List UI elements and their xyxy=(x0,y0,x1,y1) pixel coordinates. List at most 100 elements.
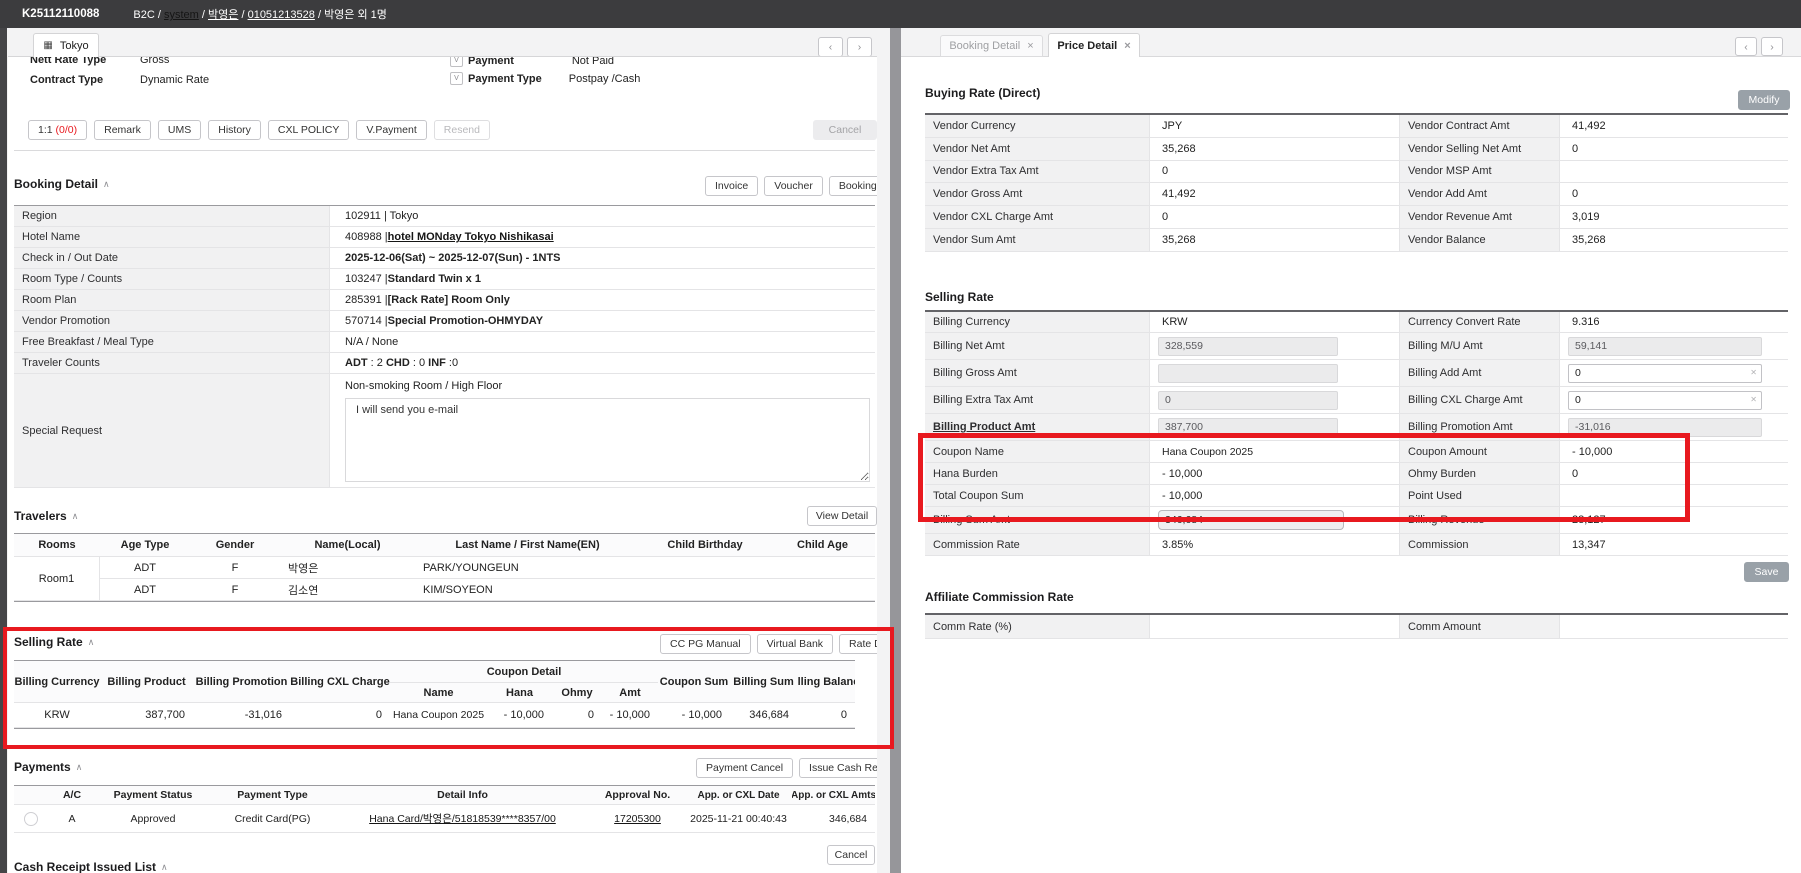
invoice-button[interactable]: Invoice xyxy=(705,176,758,196)
view-detail-button[interactable]: View Detail xyxy=(807,506,877,526)
col-header: Approval No. xyxy=(590,786,685,805)
col-header: Billing Promotion xyxy=(193,661,290,703)
billing-product-amt-input xyxy=(1158,418,1338,437)
payment-type-label: Payment Type xyxy=(468,73,542,85)
tab-price-detail[interactable]: Price Detail × xyxy=(1048,33,1140,57)
breadcrumb-phone-link[interactable]: 01051213528 xyxy=(248,9,315,21)
payment-ac: A xyxy=(48,805,96,833)
left-panel-prev-button[interactable]: ‹ xyxy=(818,37,843,57)
traveler-gender: F xyxy=(190,579,280,601)
row-label: Billing Promotion Amt xyxy=(1400,414,1560,441)
billing-promotion-cell: -31,016 xyxy=(193,703,290,728)
row-label: Billing Gross Amt xyxy=(925,360,1150,387)
payment-value: Not Paid xyxy=(572,56,614,67)
selling-rate-right-heading: Selling Rate xyxy=(925,290,994,304)
v-badge-icon: V xyxy=(450,72,463,85)
vendor-gross-value: 41,492 xyxy=(1150,183,1400,206)
collapse-caret-icon[interactable]: ∧ xyxy=(88,637,95,648)
cash-receipt-cancel-button[interactable]: Cancel xyxy=(827,845,875,865)
remark-button[interactable]: Remark xyxy=(94,120,151,140)
cxl-policy-button[interactable]: CXL POLICY xyxy=(268,120,349,140)
billing-add-amt-input[interactable] xyxy=(1568,364,1762,383)
col-header: Name xyxy=(390,683,487,703)
billing-cxl-charge-input[interactable] xyxy=(1568,391,1762,410)
clear-input-icon[interactable]: ✕ xyxy=(1750,395,1757,404)
issue-cash-receipt-button[interactable]: Issue Cash Receipt xyxy=(799,758,877,778)
billing-sum-cell: 346,684 xyxy=(730,703,797,728)
payment-cancel-button[interactable]: Payment Cancel xyxy=(696,758,793,778)
virtual-bank-button[interactable]: Virtual Bank xyxy=(757,634,833,654)
tab-close-icon[interactable]: × xyxy=(1027,40,1033,52)
row-label: Ohmy Burden xyxy=(1400,463,1560,485)
vendor-revenue-value: 3,019 xyxy=(1560,206,1788,229)
voucher-button[interactable]: Voucher xyxy=(764,176,823,196)
selling-rate-table: Billing Currency Billing Product Billing… xyxy=(14,660,855,729)
vendor-extra-tax-value: 0 xyxy=(1150,161,1400,184)
billing-currency-cell: KRW xyxy=(14,703,100,728)
col-header: Billing CXL Charge xyxy=(290,661,390,703)
collapse-caret-icon[interactable]: ∧ xyxy=(72,511,79,522)
point-used-value xyxy=(1560,485,1788,507)
payment-row-radio[interactable] xyxy=(24,812,38,826)
section-divider xyxy=(14,150,875,151)
row-label: Special Request xyxy=(14,374,330,488)
row-label: Room Type / Counts xyxy=(14,269,330,290)
collapse-caret-icon[interactable]: ∧ xyxy=(103,179,110,190)
region-value: 102911 | Tokyo xyxy=(330,206,875,227)
approval-no-link[interactable]: 17205300 xyxy=(614,813,661,825)
payment-detail-link[interactable]: Hana Card/박영은/51818539****8357/00 xyxy=(369,811,556,826)
breadcrumb-system-link[interactable]: system xyxy=(164,9,199,21)
tab-booking-detail[interactable]: Booking Detail × xyxy=(940,35,1043,57)
tab-close-icon[interactable]: × xyxy=(1124,40,1130,52)
hotel-name-link[interactable]: hotel MONday Tokyo Nishikasai xyxy=(388,231,554,243)
history-button[interactable]: History xyxy=(208,120,261,140)
traveler-name-local: 박영은 xyxy=(280,557,415,579)
booking-number: K25112110088 xyxy=(22,8,99,20)
row-label: Currency Convert Rate xyxy=(1400,312,1560,333)
clear-input-icon[interactable]: ✕ xyxy=(1750,368,1757,377)
col-header: Amt xyxy=(602,683,658,703)
selling-rate-heading: Selling Rate ∧ xyxy=(14,635,94,649)
billing-revenue-value: 28,127 xyxy=(1560,507,1788,534)
billing-sum-amt-input[interactable] xyxy=(1158,510,1344,530)
row-label: Billing Currency xyxy=(925,312,1150,333)
booking-detail-button[interactable]: Booking Detail xyxy=(829,176,877,196)
payment-amount: 346,684 xyxy=(792,805,875,833)
tab-price-detail-label: Price Detail xyxy=(1057,40,1117,52)
comm-amount-value xyxy=(1560,615,1788,639)
row-label: Vendor Revenue Amt xyxy=(1400,206,1560,229)
modify-button[interactable]: Modify xyxy=(1738,90,1790,110)
breadcrumb-customer-link[interactable]: 박영은 xyxy=(208,9,238,21)
row-label: Region xyxy=(14,206,330,227)
row-label: Hana Burden xyxy=(925,463,1150,485)
one-to-one-button[interactable]: 1:1 (0/0) xyxy=(28,120,87,140)
right-panel-next-button[interactable]: › xyxy=(1761,37,1783,56)
row-label: Vendor CXL Charge Amt xyxy=(925,206,1150,229)
vendor-promotion-value: 570714 | Special Promotion-OHMYDAY xyxy=(330,311,875,332)
rate-detail-button[interactable]: Rate Detail xyxy=(839,634,877,654)
col-header: Billing Currency xyxy=(14,661,100,703)
tab-tokyo[interactable]: ▦ Tokyo xyxy=(33,33,99,57)
coupon-hana-cell: - 10,000 xyxy=(487,703,552,728)
traveler-age: ADT xyxy=(100,579,190,601)
collapse-caret-icon[interactable]: ∧ xyxy=(161,862,168,873)
col-header: Ohmy xyxy=(552,683,602,703)
row-label: Vendor Contract Amt xyxy=(1400,115,1560,138)
collapse-caret-icon[interactable]: ∧ xyxy=(76,762,83,773)
row-label: Free Breakfast / Meal Type xyxy=(14,332,330,353)
billing-product-amt-label-link[interactable]: Billing Product Amt xyxy=(925,414,1150,441)
right-panel-prev-button[interactable]: ‹ xyxy=(1735,37,1757,56)
v-payment-button[interactable]: V.Payment xyxy=(356,120,426,140)
left-panel-next-button[interactable]: › xyxy=(847,37,872,57)
vendor-balance-value: 35,268 xyxy=(1560,229,1788,252)
special-request-textarea[interactable]: I will send you e-mail xyxy=(345,398,870,482)
col-header: App. or CXL Date xyxy=(685,786,792,805)
currency-convert-rate-value: 9.316 xyxy=(1560,312,1788,333)
ums-button[interactable]: UMS xyxy=(158,120,201,140)
row-label: Traveler Counts xyxy=(14,353,330,374)
cc-pg-manual-button[interactable]: CC PG Manual xyxy=(660,634,751,654)
billing-mu-amt-input xyxy=(1568,337,1762,356)
save-button[interactable]: Save xyxy=(1744,562,1789,582)
row-label: Vendor Sum Amt xyxy=(925,229,1150,252)
col-header: Gender xyxy=(190,534,280,557)
